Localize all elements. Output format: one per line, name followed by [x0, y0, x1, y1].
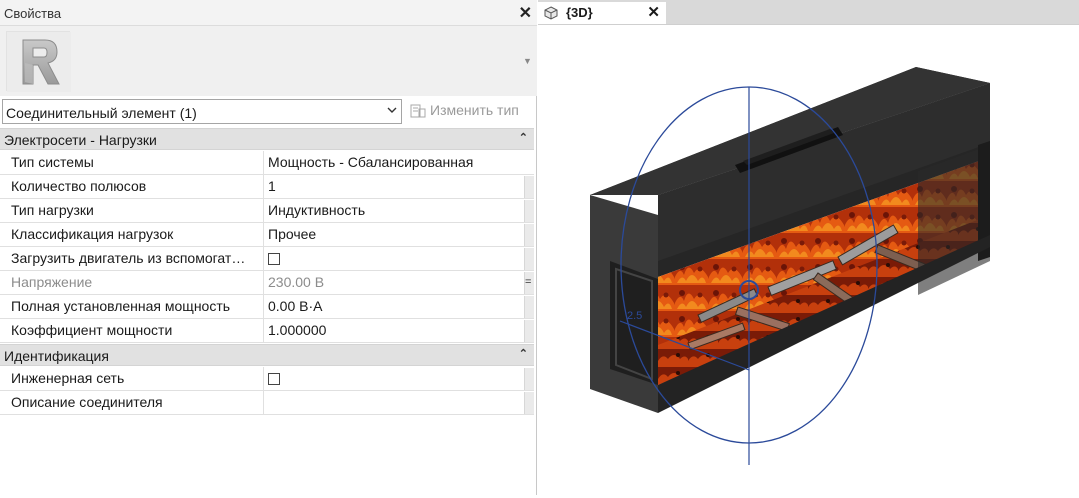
row-button[interactable] — [524, 320, 534, 342]
property-row-voltage: Напряжение 230.00 В = — [0, 271, 534, 295]
property-value[interactable]: Мощность - Сбалансированная — [264, 151, 522, 175]
property-value[interactable]: Индуктивность — [264, 199, 522, 223]
property-value[interactable]: 0.00 В·А — [264, 295, 522, 319]
cube-icon — [544, 6, 558, 20]
property-name: Инженерная сеть — [0, 367, 264, 391]
close-icon[interactable]: ✕ — [647, 3, 660, 21]
group-header-identification[interactable]: Идентификация ⌃ — [0, 344, 534, 366]
collapse-icon[interactable]: ⌃ — [519, 131, 528, 144]
property-value[interactable]: 1.000000 — [264, 319, 522, 343]
property-name: Напряжение — [0, 271, 264, 295]
property-value[interactable]: 1 — [264, 175, 522, 199]
properties-panel: Свойства ✕ ▼ Соединительный элемент (1) — [0, 0, 537, 495]
row-button[interactable] — [524, 200, 534, 222]
property-row-connector-description[interactable]: Описание соединителя — [0, 391, 534, 415]
property-row-utility[interactable]: Инженерная сеть — [0, 367, 534, 391]
utility-checkbox[interactable] — [268, 373, 280, 385]
property-name: Классификация нагрузок — [0, 223, 264, 247]
property-row-pole-count[interactable]: Количество полюсов 1 — [0, 175, 534, 199]
row-button[interactable] — [524, 296, 534, 318]
type-selector-value: Соединительный элемент (1) — [6, 105, 197, 121]
edit-type-button[interactable]: Изменить тип — [408, 101, 532, 123]
property-name: Тип нагрузки — [0, 199, 264, 223]
property-name: Полная установленная мощность — [0, 295, 264, 319]
property-value[interactable] — [264, 391, 522, 415]
row-button[interactable]: = — [524, 272, 534, 294]
property-name: Количество полюсов — [0, 175, 264, 199]
group-label: Электросети - Нагрузки — [4, 132, 157, 148]
motor-checkbox[interactable] — [268, 253, 280, 265]
fireplace-model[interactable]: 2.5 — [538, 25, 1079, 495]
collapse-icon[interactable]: ⌃ — [519, 347, 528, 360]
row-button[interactable] — [524, 248, 534, 270]
property-row-system-type[interactable]: Тип системы Мощность - Сбалансированная — [0, 151, 534, 175]
properties-title: Свойства — [4, 6, 62, 21]
row-button[interactable] — [524, 224, 534, 246]
properties-title-bar: Свойства ✕ — [0, 0, 537, 26]
property-name: Тип системы — [0, 151, 264, 175]
tab-label: {3D} — [566, 5, 593, 20]
property-row-motor-from-aux[interactable]: Загрузить двигатель из вспомогат… — [0, 247, 534, 271]
type-preview-area: ▼ — [0, 26, 537, 96]
property-name: Коэффициент мощности — [0, 319, 264, 343]
property-row-apparent-power[interactable]: Полная установленная мощность 0.00 В·А — [0, 295, 534, 319]
property-value[interactable]: Прочее — [264, 223, 522, 247]
group-label: Идентификация — [4, 348, 109, 364]
property-row-power-factor[interactable]: Коэффициент мощности 1.000000 — [0, 319, 534, 343]
property-row-load-type[interactable]: Тип нагрузки Индуктивность — [0, 199, 534, 223]
group-header-electrical-loads[interactable]: Электросети - Нагрузки ⌃ — [0, 128, 534, 150]
property-value — [264, 367, 522, 391]
property-name: Описание соединителя — [0, 391, 264, 415]
revit-logo-icon — [6, 31, 71, 92]
property-row-load-classification[interactable]: Классификация нагрузок Прочее — [0, 223, 534, 247]
property-name: Загрузить двигатель из вспомогат… — [0, 247, 264, 271]
type-selector-row: Соединительный элемент (1) Изменить тип — [0, 98, 537, 126]
3d-view-canvas[interactable]: 2.5 — [538, 24, 1079, 495]
property-value: 230.00 В — [268, 274, 325, 290]
tab-3d-view[interactable]: {3D} ✕ — [538, 2, 666, 24]
edit-type-label: Изменить тип — [430, 102, 519, 118]
row-button[interactable] — [524, 368, 534, 390]
close-icon[interactable]: ✕ — [519, 3, 532, 23]
dimension-label: 2.5 — [627, 310, 642, 322]
type-selector-dropdown[interactable]: Соединительный элемент (1) — [2, 99, 402, 124]
edit-type-icon — [410, 103, 426, 119]
view-tab-bar: {3D} ✕ — [538, 0, 1079, 24]
chevron-down-icon — [387, 104, 397, 119]
row-button[interactable] — [524, 176, 534, 198]
row-button[interactable] — [524, 392, 534, 414]
property-value — [264, 247, 522, 271]
type-scroll-down[interactable]: ▼ — [519, 26, 537, 96]
